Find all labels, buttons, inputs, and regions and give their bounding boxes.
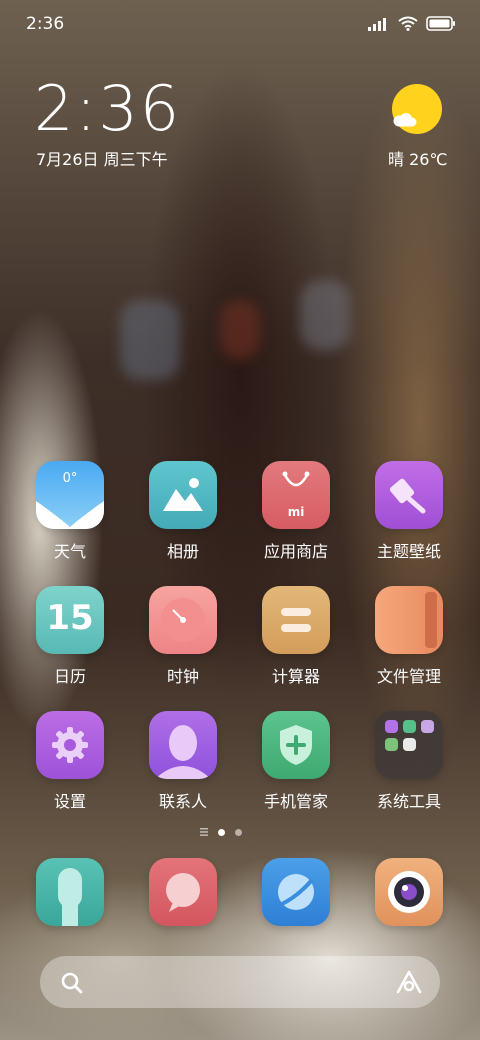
assistant-icon[interactable] <box>396 970 422 994</box>
app-store[interactable]: mi 应用商店 <box>246 461 346 562</box>
security-shield-icon <box>262 711 330 779</box>
app-label: 天气 <box>53 542 86 561</box>
camera-icon <box>375 858 443 926</box>
background-blur <box>120 300 180 380</box>
app-themes[interactable]: 主题壁纸 <box>359 461 459 562</box>
clock-widget-date: 7月26日 周三下午 <box>36 150 168 169</box>
app-label: 时钟 <box>166 667 199 686</box>
mi-logo: mi <box>287 505 305 519</box>
app-gallery[interactable]: 相册 <box>133 461 233 562</box>
app-label: 文件管理 <box>376 667 441 686</box>
search-icon[interactable] <box>60 971 84 995</box>
app-label: 主题壁纸 <box>376 542 441 561</box>
signal-icon <box>368 17 386 31</box>
app-clock[interactable]: 时钟 <box>133 586 233 687</box>
dock-phone[interactable] <box>20 858 120 926</box>
app-calendar[interactable]: 15 日历 <box>20 586 120 687</box>
themes-brush-icon <box>375 461 443 529</box>
app-settings[interactable]: 设置 <box>20 711 120 812</box>
app-label: 应用商店 <box>263 542 328 561</box>
calculator-icon <box>262 586 330 654</box>
background-blur <box>220 300 260 360</box>
weather-app-temp: 0° <box>62 471 78 486</box>
phone-icon <box>36 858 104 926</box>
app-label: 联系人 <box>158 792 207 811</box>
page-dot[interactable] <box>235 828 242 836</box>
app-weather[interactable]: 0° 天气 <box>20 461 120 562</box>
status-icons <box>368 16 456 31</box>
app-contacts[interactable]: 联系人 <box>133 711 233 812</box>
app-files[interactable]: 文件管理 <box>359 586 459 687</box>
settings-gear-icon <box>36 711 104 779</box>
search-bar[interactable] <box>40 956 440 1008</box>
calendar-icon: 15 <box>36 586 104 654</box>
cloud-icon <box>393 113 417 127</box>
folder-icon <box>375 711 443 779</box>
app-label: 计算器 <box>271 667 320 686</box>
app-calculator[interactable]: 计算器 <box>246 586 346 687</box>
background-blur <box>300 280 350 350</box>
dock-messages[interactable] <box>133 858 233 926</box>
contacts-person-icon <box>149 711 217 779</box>
status-bar: 2:36 <box>0 0 480 48</box>
page-dot-current[interactable] <box>218 828 225 836</box>
folder-system-tools[interactable]: 系统工具 <box>359 711 459 812</box>
app-label: 相册 <box>166 542 199 561</box>
app-store-icon: mi <box>262 461 330 529</box>
app-label: 设置 <box>53 792 86 811</box>
battery-icon <box>426 16 455 31</box>
messages-icon <box>149 858 217 926</box>
menu-lines-icon[interactable] <box>200 828 208 836</box>
dock-browser[interactable] <box>246 858 346 926</box>
wifi-icon <box>398 16 418 31</box>
page-indicator <box>200 828 242 836</box>
dock-camera[interactable] <box>359 858 459 926</box>
file-manager-icon <box>375 586 443 654</box>
app-label: 手机管家 <box>263 792 328 811</box>
clock-icon <box>149 586 217 654</box>
clock-widget-time[interactable]: 2:36 <box>34 72 181 145</box>
calendar-day: 15 <box>46 598 94 638</box>
status-time: 2:36 <box>26 14 65 34</box>
app-security[interactable]: 手机管家 <box>246 711 346 812</box>
app-label: 系统工具 <box>376 792 441 811</box>
app-label: 日历 <box>53 667 86 686</box>
gallery-icon <box>149 461 217 529</box>
weather-app-icon: 0° <box>36 461 104 529</box>
weather-text: 晴 26℃ <box>388 150 448 169</box>
browser-icon <box>262 858 330 926</box>
